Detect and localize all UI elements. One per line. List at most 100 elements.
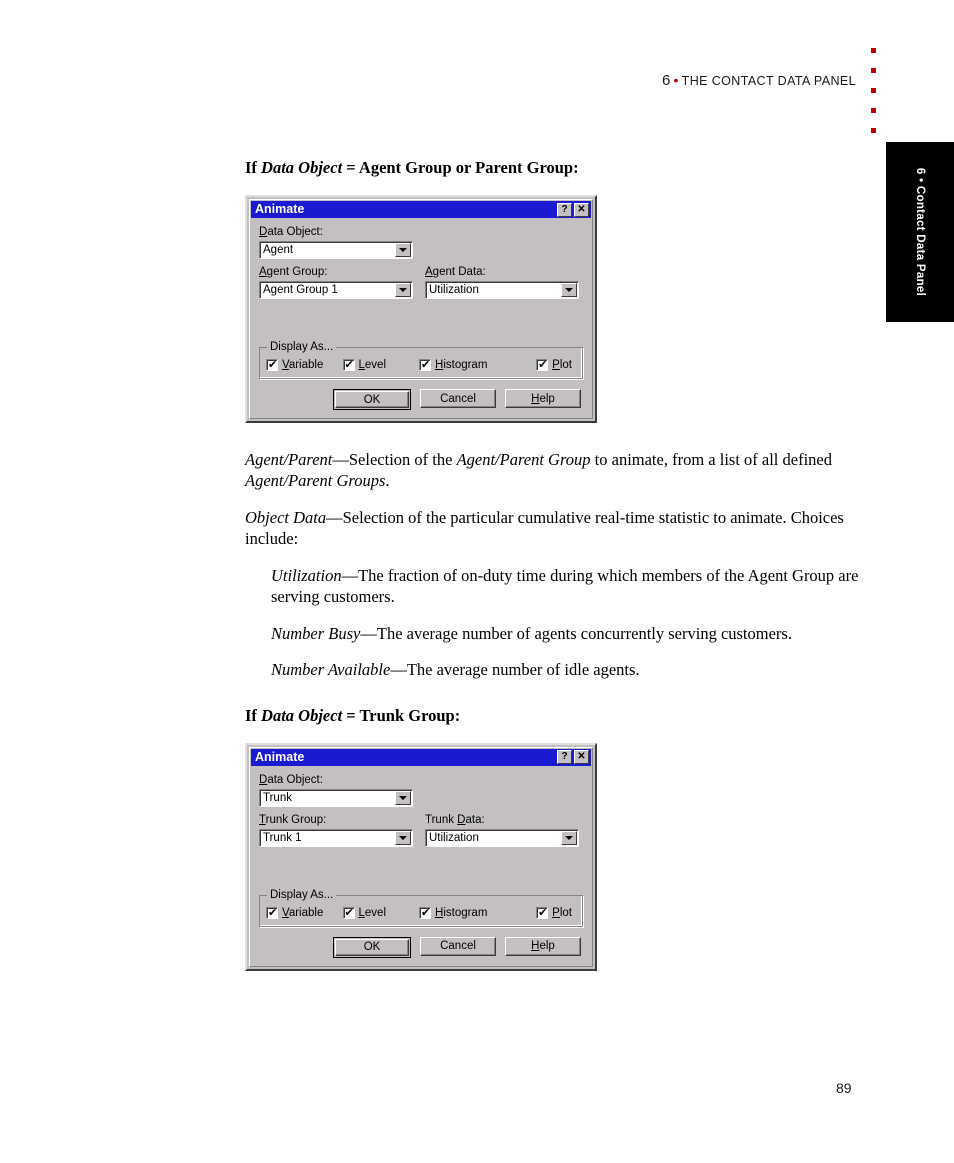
checkbox-plot-accelerator: P (552, 359, 560, 371)
dialog-spacer (259, 299, 583, 341)
heading-suffix: = Agent Group or Parent Group: (342, 158, 579, 177)
checkbox-box[interactable]: ✔ (536, 906, 549, 919)
checkbox-level-label-rest: evel (364, 359, 387, 371)
checkbox-histogram-label-rest: istogram (443, 906, 488, 919)
help-button[interactable]: Help (505, 936, 581, 956)
agent-data-combobox[interactable]: Utilization (425, 281, 579, 299)
checkbox-level[interactable]: ✔ Level (342, 358, 420, 371)
chevron-down-icon[interactable] (395, 790, 411, 805)
dialog-title: Animate (255, 749, 305, 764)
group-and-data-row: Trunk Group: Trunk 1 Trunk Data: Utiliza… (259, 814, 583, 847)
data-object-combobox[interactable]: Agent (259, 241, 413, 259)
checkbox-variable-label-rest: ariable (288, 359, 324, 371)
trunk-group-combobox[interactable]: Trunk 1 (259, 828, 413, 847)
agent-group-value: Agent Group 1 (263, 284, 338, 296)
para1-text-c: to animate, from a list of all defined (590, 450, 832, 469)
chevron-down-icon[interactable] (395, 830, 411, 845)
dialog-titlebar[interactable]: Animate ? ✕ (251, 748, 591, 766)
checkbox-variable-label: Variable (282, 907, 323, 919)
chevron-down-icon[interactable] (395, 243, 411, 257)
dialog-button-row: OK Cancel Help (259, 389, 583, 410)
data-column: Agent Data: Utilization (425, 266, 579, 299)
checkbox-box[interactable]: ✔ (342, 358, 355, 371)
animate-dialog-agent[interactable]: Animate ? ✕ Data Object: Agent Agent Gro… (245, 195, 597, 423)
paragraph-agent-parent: Agent/Parent—Selection of the Agent/Pare… (245, 449, 865, 492)
checkbox-variable-label: Variable (282, 359, 323, 371)
close-icon[interactable]: ✕ (574, 202, 589, 217)
group-column: Trunk Group: Trunk 1 (259, 814, 413, 847)
heading-italic-term: Data Object (261, 158, 343, 177)
checkbox-plot[interactable]: ✔ Plot (496, 906, 577, 919)
checkbox-histogram-label-rest: istogram (443, 359, 488, 371)
ok-button[interactable]: OK (333, 936, 411, 958)
term-object-data: Object Data (245, 507, 327, 527)
checkbox-variable-accelerator: V (282, 906, 289, 919)
cancel-button[interactable]: Cancel (420, 389, 496, 408)
display-as-title: Display As... (267, 888, 337, 902)
check-icon: ✔ (344, 905, 354, 919)
agent-data-accelerator: A (425, 266, 433, 278)
checkbox-histogram[interactable]: ✔ Histogram (419, 905, 496, 919)
checkbox-histogram[interactable]: ✔ Histogram (419, 359, 496, 371)
data-object-value: Agent (263, 244, 294, 256)
ok-button-inner: OK (335, 391, 409, 408)
ok-button-inner: OK (335, 938, 409, 956)
check-icon: ✔ (421, 358, 431, 371)
chapter-thumb-tab: 6 • Contact Data Panel (886, 142, 954, 322)
checkbox-plot-label-rest: lot (559, 359, 572, 371)
ok-button[interactable]: OK (333, 389, 411, 410)
checkbox-level[interactable]: ✔ Level (342, 905, 420, 919)
chevron-down-icon[interactable] (561, 283, 577, 297)
checkbox-variable[interactable]: ✔ Variable (266, 906, 343, 919)
dialog-title: Animate (255, 202, 305, 216)
help-button-accelerator: H (531, 392, 540, 405)
check-icon: ✔ (344, 358, 354, 371)
checkbox-box[interactable]: ✔ (536, 359, 549, 371)
animate-dialog-trunk[interactable]: Animate ? ✕ Data Object: Trunk Trunk Gro… (245, 742, 597, 971)
data-object-combobox[interactable]: Trunk (259, 788, 413, 807)
display-as-checkbox-row: ✔ Variable ✔ Level ✔ Histogram ✔ Plot (266, 905, 577, 919)
data-object-label-rest: ata Object: (267, 773, 323, 786)
agent-group-combobox[interactable]: Agent Group 1 (259, 281, 413, 299)
chevron-down-icon[interactable] (395, 283, 411, 297)
help-titlebar-button[interactable]: ? (557, 750, 572, 764)
checkbox-plot-label-rest: lot (559, 906, 572, 919)
checkbox-box[interactable]: ✔ (342, 905, 355, 919)
dialog-button-row: OK Cancel Help (259, 936, 583, 958)
group-and-data-row: Agent Group: Agent Group 1 Agent Data: U… (259, 266, 583, 299)
dialog-titlebar[interactable]: Animate ? ✕ (251, 201, 591, 218)
checkbox-variable-accelerator: V (282, 359, 289, 371)
paragraph-number-busy: Number Busy—The average number of agents… (271, 623, 865, 644)
agent-group-label: Agent Group: (259, 266, 413, 279)
checkbox-histogram-label: Histogram (435, 359, 487, 371)
agent-data-label: Agent Data: (425, 266, 579, 279)
help-button-label-rest: elp (539, 940, 555, 952)
heading2-prefix: If (245, 705, 262, 725)
checkbox-box[interactable]: ✔ (266, 359, 278, 371)
checkbox-variable[interactable]: ✔ Variable (266, 359, 343, 371)
data-object-value: Trunk (263, 791, 292, 804)
checkbox-box[interactable]: ✔ (419, 905, 431, 919)
trunk-group-label: Trunk Group: (259, 814, 413, 827)
checkbox-box[interactable]: ✔ (266, 906, 278, 919)
heading-trunk-group: If Data Object = Trunk Group: (245, 706, 865, 726)
agent-group-label-rest: gent Group: (266, 266, 328, 278)
display-as-groupbox: Display As... ✔ Variable ✔ Level ✔ Histo (259, 888, 583, 927)
checkbox-plot[interactable]: ✔ Plot (496, 359, 577, 371)
help-button[interactable]: Help (505, 389, 581, 408)
cancel-button[interactable]: Cancel (420, 936, 496, 956)
help-button-accelerator: H (531, 940, 540, 952)
close-icon[interactable]: ✕ (574, 750, 589, 764)
help-titlebar-button[interactable]: ? (557, 202, 572, 217)
checkbox-box[interactable]: ✔ (419, 359, 431, 371)
trunk-data-combobox[interactable]: Utilization (425, 828, 579, 847)
heading2-italic-term: Data Object (261, 705, 343, 725)
agent-data-value: Utilization (429, 284, 479, 296)
chevron-down-icon[interactable] (561, 830, 577, 845)
heading-prefix: If (245, 158, 262, 177)
checkbox-plot-accelerator: P (552, 906, 560, 919)
trunk-group-accelerator: T (259, 813, 266, 826)
check-icon: ✔ (421, 905, 431, 919)
dialog-body: Data Object: Trunk Trunk Group: Trunk 1 (250, 767, 592, 966)
checkbox-histogram-label: Histogram (435, 907, 487, 919)
